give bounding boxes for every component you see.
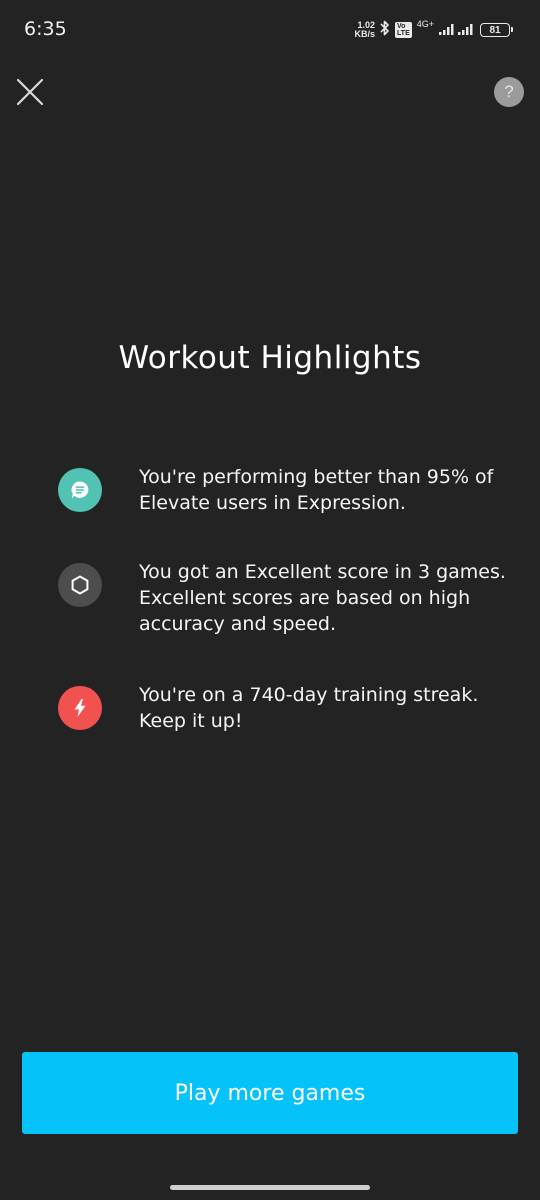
lightning-bolt-icon xyxy=(58,686,102,730)
play-more-games-button[interactable]: Play more games xyxy=(22,1052,518,1134)
network-speed-unit: KB/s xyxy=(354,29,376,39)
signal-icon xyxy=(439,20,475,40)
page-title: Workout Highlights xyxy=(118,340,422,376)
help-icon: ? xyxy=(504,82,514,101)
home-indicator[interactable] xyxy=(170,1185,370,1190)
highlight-text: You got an Excellent score in 3 games. E… xyxy=(139,561,506,635)
battery-icon: 81 xyxy=(480,23,513,37)
speech-bubble-icon xyxy=(58,468,102,512)
status-time: 6:35 xyxy=(24,18,67,40)
battery-level: 81 xyxy=(489,24,501,36)
highlight-text: You're on a 740-day training streak. Kee… xyxy=(139,684,479,732)
hexagon-icon xyxy=(58,563,102,607)
network-type: 4G+ xyxy=(416,19,434,29)
volte-bottom-label: LTE xyxy=(397,30,410,37)
volte-top-label: Vo xyxy=(397,23,406,30)
status-bar: 6:35 1.02 KB/s Vo LTE 4G+ 81 xyxy=(0,0,540,60)
help-button[interactable]: ? xyxy=(494,77,524,107)
close-button[interactable] xyxy=(14,76,46,108)
volte-icon: Vo LTE xyxy=(395,22,412,38)
volte-label: Vo LTE xyxy=(395,22,412,38)
status-icons: 1.02 KB/s Vo LTE 4G+ 81 xyxy=(355,18,513,42)
close-icon xyxy=(16,78,44,106)
bluetooth-icon xyxy=(380,20,390,40)
highlight-text: You're performing better than 95% of Ele… xyxy=(139,466,494,514)
network-speed: 1.02 KB/s xyxy=(355,21,376,39)
